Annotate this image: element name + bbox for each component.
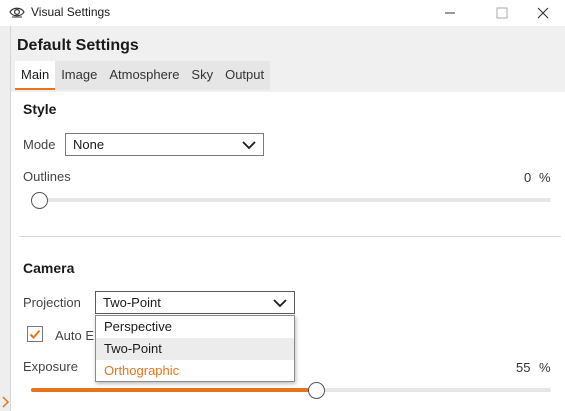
projection-label: Projection (23, 295, 81, 310)
close-icon (537, 7, 549, 19)
tab-atmosphere[interactable]: Atmosphere (103, 61, 185, 90)
eye-icon (9, 7, 25, 18)
maximize-icon (496, 7, 508, 19)
exposure-slider[interactable] (31, 388, 551, 392)
option-orthographic[interactable]: Orthographic (96, 360, 294, 382)
auto-exposure-label: Auto E (55, 328, 95, 343)
projection-select[interactable]: Two-Point (95, 291, 295, 314)
option-perspective[interactable]: Perspective (96, 316, 294, 338)
left-panel-edge (0, 26, 11, 411)
chevron-right-icon[interactable] (1, 396, 10, 408)
exposure-label: Exposure (23, 359, 78, 374)
page-title: Default Settings (17, 37, 139, 54)
exposure-value: 55 (516, 360, 531, 375)
close-button[interactable] (520, 0, 565, 26)
outlines-slider[interactable] (31, 198, 551, 202)
section-divider (19, 236, 561, 237)
tab-output[interactable]: Output (219, 61, 270, 90)
window-title: Visual Settings (31, 5, 111, 19)
style-heading: Style (23, 101, 57, 117)
minimize-icon (445, 12, 455, 14)
tab-main[interactable]: Main (15, 61, 56, 90)
tab-bar: Main Image Atmosphere Sky Output (15, 61, 271, 90)
tab-image[interactable]: Image (55, 61, 103, 90)
outlines-value: 0 (524, 170, 532, 185)
chevron-down-icon (242, 141, 256, 150)
exposure-slider-thumb[interactable] (307, 382, 325, 399)
chevron-down-icon (273, 299, 287, 308)
maximize-button[interactable] (479, 0, 525, 26)
outlines-label: Outlines (23, 169, 71, 184)
camera-heading: Camera (23, 260, 75, 276)
outlines-slider-thumb[interactable] (31, 192, 48, 209)
tab-sky[interactable]: Sky (185, 61, 219, 90)
outlines-unit: % (539, 170, 551, 185)
mode-label: Mode (23, 137, 56, 152)
projection-select-value: Two-Point (103, 295, 161, 310)
title-bar: Visual Settings (0, 0, 565, 26)
option-two-point[interactable]: Two-Point (96, 338, 294, 360)
checkmark-icon (29, 329, 41, 339)
exposure-slider-fill (31, 388, 316, 392)
mode-select[interactable]: None (65, 133, 264, 156)
minimize-button[interactable] (427, 0, 473, 26)
exposure-unit: % (539, 360, 551, 375)
projection-dropdown-list: Perspective Two-Point Orthographic (95, 315, 295, 382)
auto-exposure-checkbox[interactable] (27, 326, 43, 342)
mode-select-value: None (73, 137, 105, 152)
